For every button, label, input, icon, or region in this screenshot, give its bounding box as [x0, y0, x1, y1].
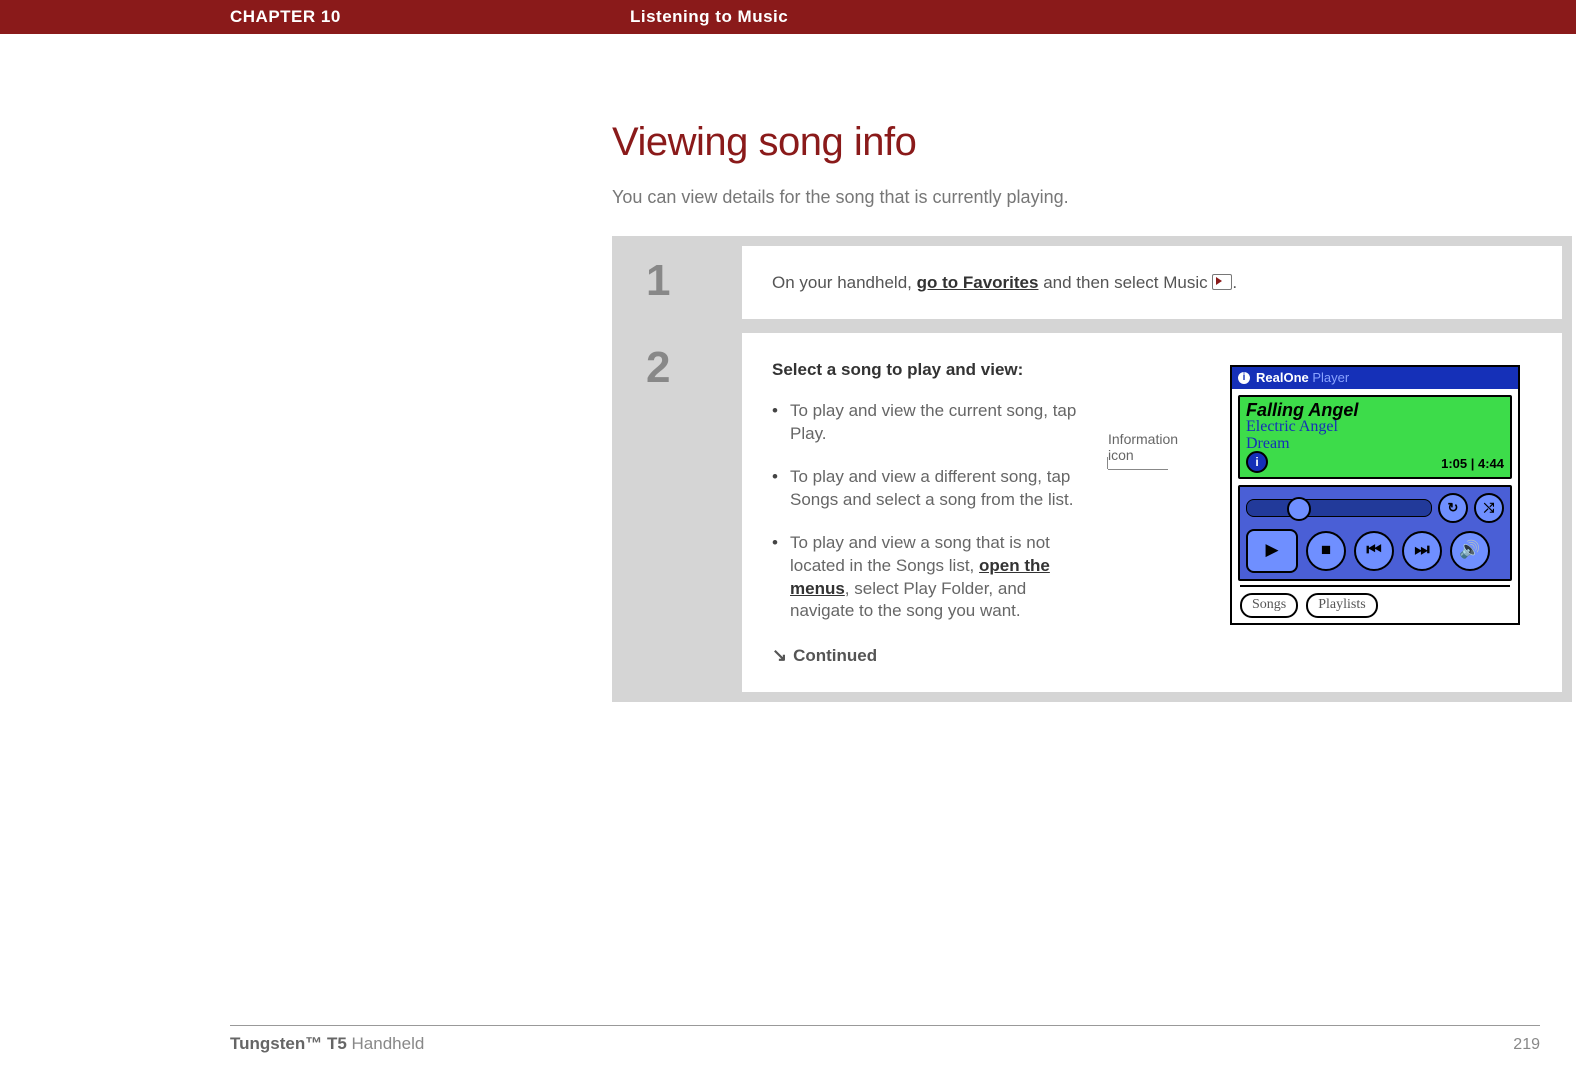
page-content: Viewing song info You can view details f… — [612, 120, 1572, 702]
previous-button[interactable]: ⏮ — [1354, 531, 1394, 571]
product-name-strong: Tungsten™ T5 — [230, 1034, 347, 1053]
step-2-body: Select a song to play and view: To play … — [742, 333, 1562, 692]
songs-tab[interactable]: Songs — [1240, 593, 1298, 618]
playlists-tab[interactable]: Playlists — [1306, 593, 1377, 618]
seek-knob[interactable] — [1287, 497, 1311, 521]
player-app-name-muted: Player — [1309, 370, 1349, 385]
playback-time: 1:05 | 4:44 — [1441, 455, 1504, 473]
now-playing-panel: Falling Angel Electric Angel Dream i 1:0… — [1238, 395, 1512, 479]
product-name: Tungsten™ T5 Handheld — [230, 1034, 424, 1054]
intro-text: You can view details for the song that i… — [612, 187, 1572, 208]
step-2-bullet-1: To play and view the current song, tap P… — [772, 400, 1082, 446]
shuffle-button[interactable]: ⤭ — [1474, 493, 1504, 523]
chapter-header: CHAPTER 10 Listening to Music — [0, 0, 1576, 34]
step-2-bullet-2: To play and view a different song, tap S… — [772, 466, 1082, 512]
steps-container: 1 On your handheld, go to Favorites and … — [612, 236, 1572, 702]
go-to-favorites-link[interactable]: go to Favorites — [917, 273, 1039, 292]
callout-label-line1: Information — [1108, 431, 1178, 447]
step-1-mid: and then select Music — [1038, 273, 1212, 292]
information-icon[interactable]: i — [1246, 451, 1268, 473]
step-1-row: 1 On your handheld, go to Favorites and … — [622, 246, 1562, 319]
player-divider — [1240, 585, 1510, 587]
step-2-text: Select a song to play and view: To play … — [772, 359, 1082, 668]
song-artist: Electric Angel — [1246, 419, 1504, 436]
player-titlebar: i RealOne Player — [1232, 367, 1518, 389]
continued-arrow-icon: ↘ — [772, 643, 787, 667]
volume-button[interactable]: 🔊 — [1450, 531, 1490, 571]
continued-indicator: ↘ Continued — [772, 643, 1082, 668]
step-2-heading: Select a song to play and view: — [772, 359, 1082, 382]
stop-button[interactable]: ■ — [1306, 531, 1346, 571]
chapter-title: Listening to Music — [630, 7, 788, 27]
product-name-rest: Handheld — [347, 1034, 425, 1053]
step-1-number: 1 — [622, 246, 742, 319]
continued-label: Continued — [793, 646, 877, 665]
song-album: Dream — [1246, 436, 1504, 453]
step-2-row: 2 Select a song to play and view: To pla… — [622, 333, 1562, 692]
page-title: Viewing song info — [612, 120, 1572, 165]
chapter-number: CHAPTER 10 — [230, 7, 630, 27]
page-number: 219 — [1513, 1036, 1540, 1054]
callout-leader-line — [1108, 469, 1168, 470]
callout-label: Information icon — [1108, 431, 1204, 463]
callout: Information icon — [1108, 359, 1204, 668]
music-app-icon — [1212, 274, 1232, 290]
seek-bar[interactable] — [1246, 499, 1432, 517]
page-footer: Tungsten™ T5 Handheld 219 — [230, 1025, 1540, 1054]
player-app-name: RealOne Player — [1256, 369, 1349, 387]
play-button[interactable]: ▶ — [1246, 529, 1298, 573]
step-1-prefix: On your handheld, — [772, 273, 917, 292]
song-title: Falling Angel — [1246, 401, 1504, 419]
step-2-bullet-3: To play and view a song that is not loca… — [772, 532, 1082, 624]
next-button[interactable]: ⏭ — [1402, 531, 1442, 571]
step-1-suffix: . — [1232, 273, 1237, 292]
callout-label-line2: icon — [1108, 447, 1134, 463]
repeat-button[interactable]: ↻ — [1438, 493, 1468, 523]
realone-player-screenshot: i RealOne Player Falling Angel Electric … — [1230, 365, 1520, 625]
player-controls: ↻ ⤭ ▶ ■ ⏮ ⏭ 🔊 — [1238, 485, 1512, 581]
player-app-name-strong: RealOne — [1256, 370, 1309, 385]
step-2-number: 2 — [622, 333, 742, 692]
titlebar-info-icon: i — [1238, 372, 1250, 384]
step-1-body: On your handheld, go to Favorites and th… — [742, 246, 1562, 319]
